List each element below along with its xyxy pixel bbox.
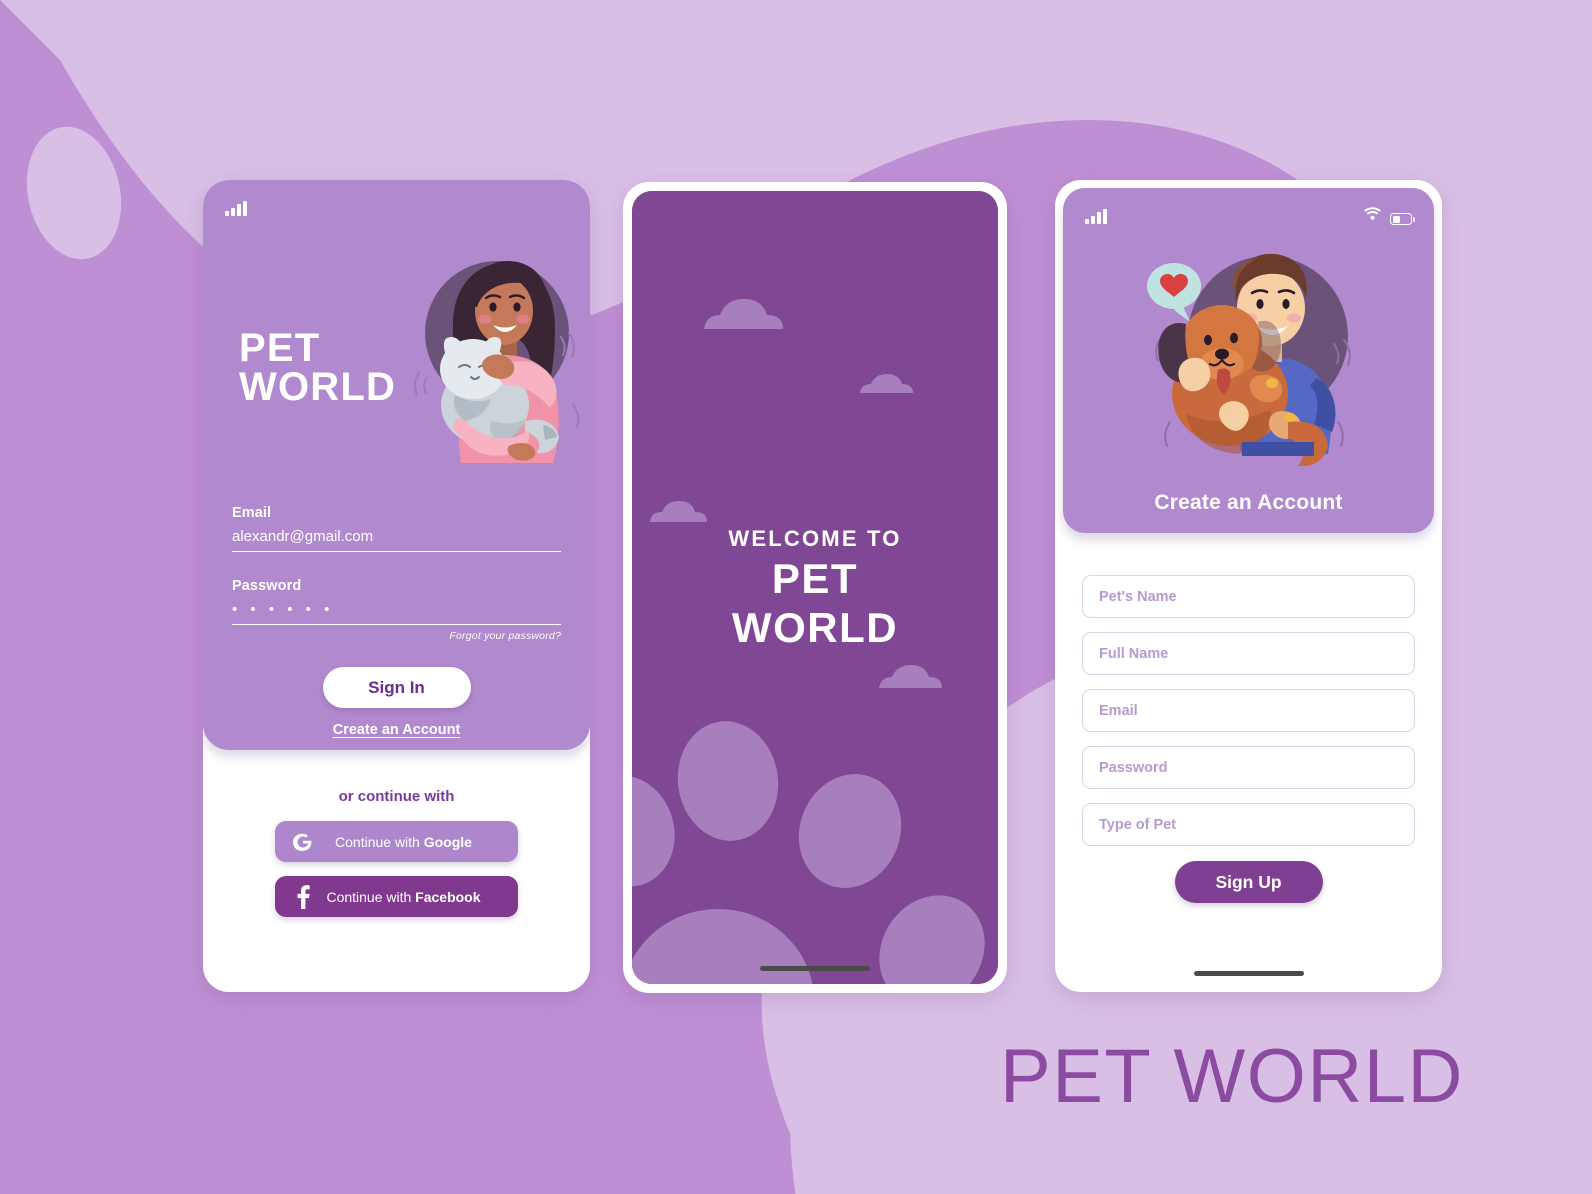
status-bar bbox=[1063, 188, 1434, 230]
brand-logo: PET WORLD bbox=[239, 326, 397, 410]
google-g-icon bbox=[290, 831, 316, 853]
facebook-button-label: Continue with Facebook bbox=[326, 888, 481, 905]
signal-bars-icon bbox=[1085, 208, 1107, 224]
email-input[interactable]: Email bbox=[1082, 689, 1415, 732]
mockup-canvas: PET WORLD Email alexandr@gmail.com Passw… bbox=[0, 0, 1592, 1194]
signin-hero-card: PET WORLD Email alexandr@gmail.com Passw… bbox=[203, 180, 590, 750]
battery-icon bbox=[1390, 213, 1416, 225]
page-wordmark: PET WORLD bbox=[1000, 1034, 1464, 1119]
signal-bars-icon bbox=[225, 200, 247, 216]
welcome-brand-line-1: PET bbox=[771, 555, 859, 602]
full-name-input[interactable]: Full Name bbox=[1082, 632, 1415, 675]
signup-hero-card: Create an Account bbox=[1063, 188, 1434, 533]
welcome-brand-line-2: WORLD bbox=[731, 603, 899, 651]
brand-line-1: PET bbox=[239, 326, 321, 370]
signup-phone-mockup: Create an Account Pet's Name Full Name E… bbox=[1055, 180, 1442, 992]
create-account-title: Create an Account bbox=[1154, 491, 1343, 514]
signin-phone-mockup: PET WORLD Email alexandr@gmail.com Passw… bbox=[203, 180, 590, 992]
signin-button[interactable]: Sign In bbox=[322, 667, 471, 708]
continue-with-facebook-button[interactable]: Continue with Facebook bbox=[275, 876, 518, 917]
password-input[interactable]: Password bbox=[1082, 746, 1415, 789]
create-account-link[interactable]: Create an Account bbox=[232, 722, 561, 738]
email-input[interactable]: alexandr@gmail.com bbox=[232, 528, 561, 552]
signup-button[interactable]: Sign Up bbox=[1174, 861, 1323, 903]
google-button-label: Continue with Google bbox=[335, 833, 472, 850]
man-hugging-dog-illustration bbox=[1146, 253, 1351, 466]
social-login-section: or continue with Continue with Google Co… bbox=[203, 750, 590, 992]
welcome-screen: WELCOME TO PET WORLD bbox=[632, 191, 998, 984]
home-indicator[interactable] bbox=[760, 966, 870, 971]
facebook-f-icon bbox=[290, 884, 316, 909]
woman-holding-cat-illustration bbox=[413, 261, 580, 463]
welcome-to-label: WELCOME TO bbox=[728, 526, 902, 551]
password-label: Password bbox=[232, 578, 302, 594]
welcome-text-block: WELCOME TO PET WORLD bbox=[632, 526, 998, 650]
continue-with-google-button[interactable]: Continue with Google bbox=[275, 821, 518, 862]
password-input[interactable]: • • • • • • bbox=[232, 601, 561, 625]
pets-name-input[interactable]: Pet's Name bbox=[1082, 575, 1415, 618]
welcome-phone-mockup: WELCOME TO PET WORLD bbox=[623, 182, 1007, 993]
or-continue-label: or continue with bbox=[338, 788, 455, 805]
forgot-password-link[interactable]: Forgot your password? bbox=[232, 630, 561, 642]
email-label: Email bbox=[232, 505, 272, 521]
type-of-pet-input[interactable]: Type of Pet bbox=[1082, 803, 1415, 846]
home-indicator[interactable] bbox=[1193, 971, 1304, 976]
signin-form: Email alexandr@gmail.com Password • • • … bbox=[232, 505, 561, 738]
brand-line-2: WORLD bbox=[239, 365, 397, 410]
signup-form: Pet's Name Full Name Email Password Type… bbox=[1082, 575, 1415, 903]
status-bar bbox=[203, 180, 590, 222]
wifi-icon bbox=[1364, 207, 1381, 225]
